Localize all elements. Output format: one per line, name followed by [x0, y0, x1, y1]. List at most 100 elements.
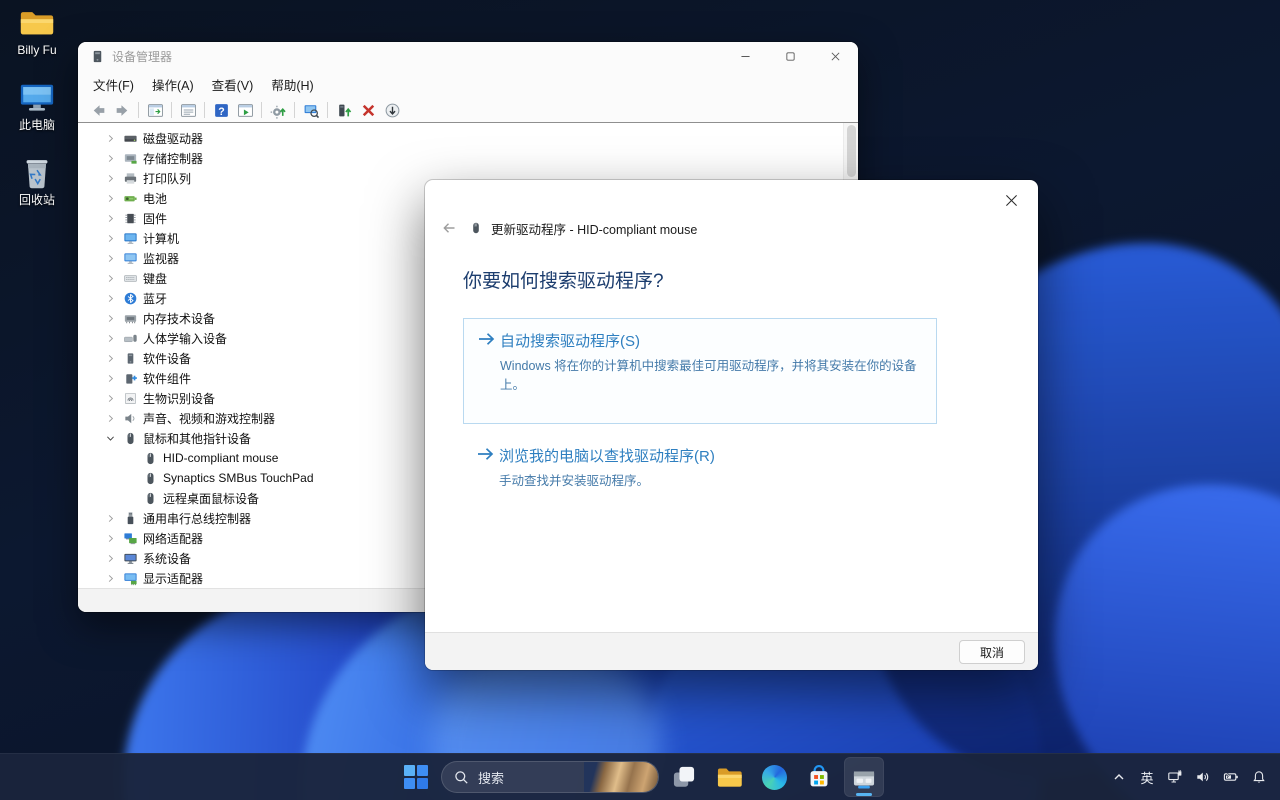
tree-label: 软件组件: [143, 370, 191, 387]
start-button[interactable]: [396, 757, 436, 797]
tray-battery-icon[interactable]: [1218, 759, 1244, 795]
properties-icon[interactable]: [176, 99, 200, 121]
expand-collapsed-icon[interactable]: [104, 552, 117, 565]
toolbar: ?: [78, 98, 858, 123]
expand-collapsed-icon[interactable]: [104, 172, 117, 185]
expand-collapsed-icon[interactable]: [104, 332, 117, 345]
taskbar: 搜索 英: [0, 753, 1280, 800]
wizard-footer: 取消: [425, 632, 1038, 670]
expand-collapsed-icon[interactable]: [104, 352, 117, 365]
driver-settings-icon[interactable]: [266, 99, 290, 121]
firmware-device-icon: [123, 211, 138, 226]
tree-label: 系统设备: [143, 550, 191, 567]
desktop-icons: Billy Fu 此电脑回收站: [4, 4, 70, 229]
option-description: 手动查找并安装驱动程序。: [499, 470, 649, 489]
window-title: 设备管理器: [112, 48, 172, 65]
expand-collapsed-icon[interactable]: [104, 192, 117, 205]
expand-collapsed-icon[interactable]: [104, 212, 117, 225]
tree-row[interactable]: 磁盘驱动器: [78, 128, 858, 148]
tray-chevron-up-icon[interactable]: [1106, 759, 1132, 795]
desktop-icon-folder[interactable]: Billy Fu: [4, 4, 70, 57]
expand-collapsed-icon[interactable]: [104, 392, 117, 405]
battery-device-icon: [123, 191, 138, 206]
option-browse-computer[interactable]: 浏览我的电脑以查找驱动程序(R) 手动查找并安装驱动程序。: [463, 442, 937, 502]
desktop-icon-this-pc[interactable]: 此电脑: [4, 79, 70, 132]
svg-text:?: ?: [218, 105, 224, 117]
folder-icon: [18, 4, 56, 42]
hid-device-icon: [123, 331, 138, 346]
desktop-icon-label: 此电脑: [19, 119, 55, 132]
microsoft-store-icon: [806, 764, 832, 790]
expand-collapsed-icon[interactable]: [104, 372, 117, 385]
menu-item[interactable]: 查看(V): [203, 71, 263, 98]
taskbar-app-task-view[interactable]: [664, 757, 704, 797]
taskbar-app-file-explorer[interactable]: [709, 757, 749, 797]
menu-item[interactable]: 操作(A): [143, 71, 203, 98]
expand-collapsed-icon[interactable]: [104, 532, 117, 545]
update-device-driver-icon[interactable]: [332, 99, 356, 121]
expand-collapsed-icon[interactable]: [104, 292, 117, 305]
software-device-device-icon: [123, 351, 138, 366]
tray-volume-icon[interactable]: [1190, 759, 1216, 795]
audio-device-icon: [123, 411, 138, 426]
mouse-device-icon: [143, 491, 158, 506]
back-icon[interactable]: [86, 99, 110, 121]
option-title[interactable]: 自动搜索驱动程序(S): [500, 330, 640, 351]
device-manager-titlebar[interactable]: 设备管理器: [78, 42, 858, 70]
help-icon[interactable]: ?: [209, 99, 233, 121]
tray-network-icon[interactable]: [1162, 759, 1188, 795]
task-view-icon: [671, 764, 697, 790]
close-icon[interactable]: [998, 188, 1024, 212]
software-component-device-icon: [123, 371, 138, 386]
expand-collapsed-icon[interactable]: [104, 512, 117, 525]
menu-item[interactable]: 帮助(H): [262, 71, 322, 98]
tree-row[interactable]: 存储控制器: [78, 148, 858, 168]
expand-collapsed-icon[interactable]: [104, 152, 117, 165]
maximize-button[interactable]: [768, 42, 813, 70]
bluetooth-device-icon: [123, 291, 138, 306]
tray-bell-icon[interactable]: [1246, 759, 1272, 795]
back-arrow-icon[interactable]: [439, 218, 459, 238]
expand-collapsed-icon[interactable]: [104, 232, 117, 245]
toolbar-separator: [171, 102, 172, 118]
show-console-tree-icon[interactable]: [143, 99, 167, 121]
toolbar-separator: [138, 102, 139, 118]
option-search-automatically[interactable]: 自动搜索驱动程序(S) Windows 将在你的计算机中搜索最佳可用驱动程序，并…: [463, 318, 937, 424]
expand-collapsed-icon[interactable]: [104, 572, 117, 585]
wizard-heading: 你要如何搜索驱动程序?: [463, 266, 664, 293]
close-button[interactable]: [813, 42, 858, 70]
tree-label: Synaptics SMBus TouchPad: [163, 471, 314, 485]
taskbar-app-device-manager[interactable]: [844, 757, 884, 797]
menu-item[interactable]: 文件(F): [84, 71, 143, 98]
menu-bar: 文件(F)操作(A)查看(V)帮助(H): [78, 70, 858, 98]
printer-device-icon: [123, 171, 138, 186]
option-title[interactable]: 浏览我的电脑以查找驱动程序(R): [499, 445, 715, 466]
uninstall-device-icon[interactable]: [356, 99, 380, 121]
scrollbar-thumb[interactable]: [847, 125, 856, 177]
taskbar-search[interactable]: 搜索: [441, 761, 659, 793]
taskbar-app-edge[interactable]: [754, 757, 794, 797]
expand-collapsed-icon[interactable]: [104, 132, 117, 145]
expand-collapsed-icon[interactable]: [104, 412, 117, 425]
taskbar-app-microsoft-store[interactable]: [799, 757, 839, 797]
expand-expanded-icon[interactable]: [104, 432, 117, 445]
action-pane-icon[interactable]: [233, 99, 257, 121]
tray-ime[interactable]: 英: [1134, 759, 1160, 795]
desktop-icon-recycle-bin[interactable]: 回收站: [4, 154, 70, 207]
tree-label: 固件: [143, 210, 167, 227]
cancel-button[interactable]: 取消: [959, 640, 1025, 664]
expand-collapsed-icon[interactable]: [104, 252, 117, 265]
scan-hardware-icon[interactable]: [299, 99, 323, 121]
disable-device-icon[interactable]: [380, 99, 404, 121]
tree-arrow-spacer: [124, 472, 137, 485]
tree-label: 监视器: [143, 250, 179, 267]
toolbar-separator: [327, 102, 328, 118]
edge-icon: [762, 765, 787, 790]
disk-device-icon: [123, 131, 138, 146]
minimize-button[interactable]: [723, 42, 768, 70]
tree-label: 磁盘驱动器: [143, 130, 203, 147]
forward-icon[interactable]: [110, 99, 134, 121]
device-manager-app-icon: [90, 49, 105, 64]
expand-collapsed-icon[interactable]: [104, 312, 117, 325]
expand-collapsed-icon[interactable]: [104, 272, 117, 285]
